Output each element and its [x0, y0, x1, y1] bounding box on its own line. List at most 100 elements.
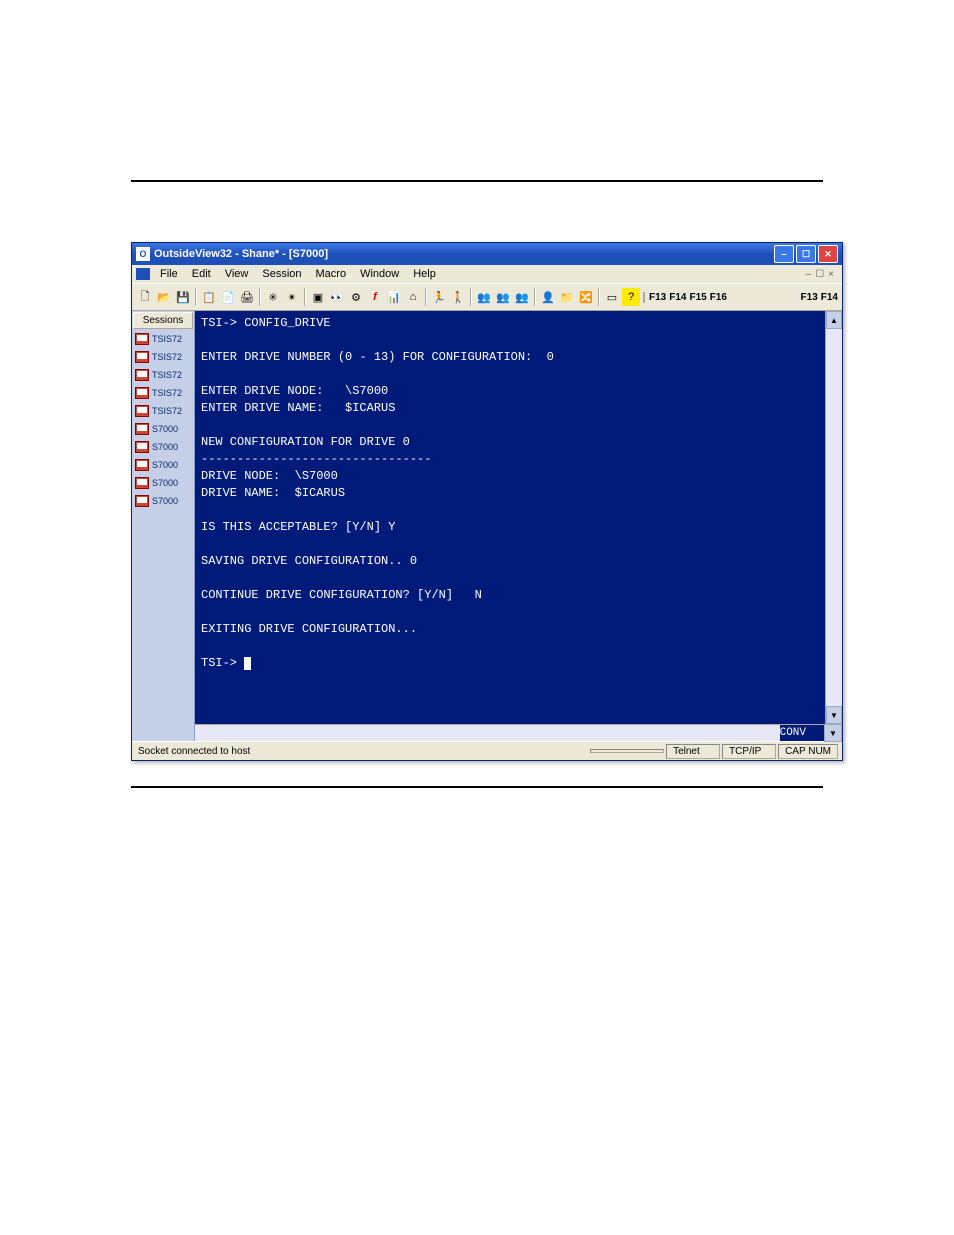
- vertical-scrollbar[interactable]: ▲ ▼: [825, 311, 842, 724]
- session-item[interactable]: S7000: [132, 456, 194, 474]
- menu-file[interactable]: File: [154, 267, 184, 281]
- titlebar[interactable]: O OutsideView32 - Shane* - [S7000] – ☐ ✕: [132, 243, 842, 265]
- window-icon[interactable]: ▭: [603, 288, 621, 306]
- runner1-icon[interactable]: 🏃: [430, 288, 448, 306]
- session-label: TSIS72: [152, 406, 182, 416]
- session-item[interactable]: TSIS72: [132, 366, 194, 384]
- sessions-header[interactable]: Sessions: [133, 312, 193, 329]
- fkey2-f14[interactable]: F14: [821, 292, 838, 303]
- session-item[interactable]: TSIS72: [132, 402, 194, 420]
- mdi-close[interactable]: ×: [828, 269, 834, 280]
- scroll-up-icon[interactable]: ▲: [826, 311, 842, 329]
- session-label: TSIS72: [152, 352, 182, 362]
- terminal-icon: [135, 405, 149, 417]
- menu-view[interactable]: View: [219, 267, 255, 281]
- bottom-rule: [131, 786, 823, 788]
- terminal-icon: [135, 495, 149, 507]
- misc-icon[interactable]: ⚙: [347, 288, 365, 306]
- session-label: TSIS72: [152, 370, 182, 380]
- tool-icon[interactable]: ✳: [264, 288, 282, 306]
- session-item[interactable]: TSIS72: [132, 348, 194, 366]
- conv-label: CONV: [780, 725, 824, 741]
- terminal-icon: [135, 387, 149, 399]
- terminal-icon: [135, 441, 149, 453]
- folder-icon[interactable]: 📁: [558, 288, 576, 306]
- top-rule: [131, 180, 823, 182]
- session-label: TSIS72: [152, 388, 182, 398]
- terminal-container: TSI-> CONFIG_DRIVE ENTER DRIVE NUMBER (0…: [195, 311, 842, 741]
- fx-icon[interactable]: f: [366, 288, 384, 306]
- menu-session[interactable]: Session: [256, 267, 307, 281]
- cursor: [244, 657, 251, 670]
- fkey-f16[interactable]: F16: [710, 292, 727, 303]
- copy-icon[interactable]: 📋: [200, 288, 218, 306]
- session-item[interactable]: TSIS72: [132, 384, 194, 402]
- session-label: S7000: [152, 496, 178, 506]
- group1-icon[interactable]: 👥: [475, 288, 493, 306]
- terminal-icon: [135, 459, 149, 471]
- maximize-button[interactable]: ☐: [796, 245, 816, 263]
- help-icon[interactable]: ?: [622, 288, 640, 306]
- group2-icon[interactable]: 👥: [494, 288, 512, 306]
- home-icon[interactable]: ⌂: [404, 288, 422, 306]
- menu-edit[interactable]: Edit: [186, 267, 217, 281]
- status-message: Socket connected to host: [136, 746, 588, 757]
- transfer-icon[interactable]: 🔀: [577, 288, 595, 306]
- scroll-track[interactable]: [826, 329, 842, 706]
- terminal-icon: [135, 333, 149, 345]
- session-item[interactable]: S7000: [132, 438, 194, 456]
- print-icon[interactable]: 🖨: [238, 288, 256, 306]
- menu-macro[interactable]: Macro: [310, 267, 353, 281]
- screen-icon[interactable]: ▣: [309, 288, 327, 306]
- runner2-icon[interactable]: 🚶: [449, 288, 467, 306]
- status-cell-telnet: Telnet: [666, 744, 720, 759]
- fkey-group-b: F13 F14: [801, 292, 838, 303]
- terminal-icon: [135, 351, 149, 363]
- menu-help[interactable]: Help: [407, 267, 442, 281]
- fkey-f15[interactable]: F15: [689, 292, 706, 303]
- fkey2-f13[interactable]: F13: [801, 292, 818, 303]
- close-button[interactable]: ✕: [818, 245, 838, 263]
- sessions-sidebar: Sessions TSIS72 TSIS72 TSIS72 TSIS72 TSIS72 S…: [132, 311, 195, 741]
- scroll-down-icon[interactable]: ▼: [826, 706, 842, 724]
- app-icon: O: [136, 247, 150, 261]
- mdi-restore[interactable]: ☐: [815, 269, 824, 280]
- session-item[interactable]: S7000: [132, 474, 194, 492]
- status-cell-0: [590, 749, 664, 753]
- paste-icon[interactable]: 📄: [219, 288, 237, 306]
- session-label: S7000: [152, 478, 178, 488]
- fkey-f14[interactable]: F14: [669, 292, 686, 303]
- group3-icon[interactable]: 👥: [513, 288, 531, 306]
- person-icon[interactable]: 👤: [539, 288, 557, 306]
- binoculars-icon[interactable]: 👀: [328, 288, 346, 306]
- chart-icon[interactable]: 📊: [385, 288, 403, 306]
- mdi-buttons: – ☐ ×: [806, 269, 838, 280]
- terminal-icon: [135, 423, 149, 435]
- terminal[interactable]: TSI-> CONFIG_DRIVE ENTER DRIVE NUMBER (0…: [195, 311, 825, 724]
- open-icon[interactable]: 📂: [155, 288, 173, 306]
- status-cell-tcpip: TCP/IP: [722, 744, 776, 759]
- session-label: S7000: [152, 460, 178, 470]
- tool2-icon[interactable]: ✴: [283, 288, 301, 306]
- status-cell-capnum: CAP NUM: [778, 744, 838, 759]
- session-item[interactable]: S7000: [132, 420, 194, 438]
- hscroll-row: CONV ▼: [195, 724, 842, 741]
- new-icon[interactable]: 🗋: [136, 288, 154, 306]
- workspace: Sessions TSIS72 TSIS72 TSIS72 TSIS72 TSIS72 S…: [132, 311, 842, 741]
- session-item[interactable]: S7000: [132, 492, 194, 510]
- window-title: OutsideView32 - Shane* - [S7000]: [154, 248, 774, 260]
- terminal-icon: [135, 369, 149, 381]
- terminal-icon: [135, 477, 149, 489]
- mdi-minimize[interactable]: –: [806, 269, 812, 280]
- app-window: O OutsideView32 - Shane* - [S7000] – ☐ ✕…: [131, 242, 843, 761]
- session-label: TSIS72: [152, 334, 182, 344]
- save-icon[interactable]: 💾: [174, 288, 192, 306]
- session-label: S7000: [152, 424, 178, 434]
- mdi-icon[interactable]: [136, 268, 150, 280]
- menu-window[interactable]: Window: [354, 267, 405, 281]
- minimize-button[interactable]: –: [774, 245, 794, 263]
- statusbar: Socket connected to host Telnet TCP/IP C…: [132, 741, 842, 760]
- scroll-down2-icon[interactable]: ▼: [824, 724, 842, 742]
- fkey-f13[interactable]: F13: [649, 292, 666, 303]
- session-item[interactable]: TSIS72: [132, 330, 194, 348]
